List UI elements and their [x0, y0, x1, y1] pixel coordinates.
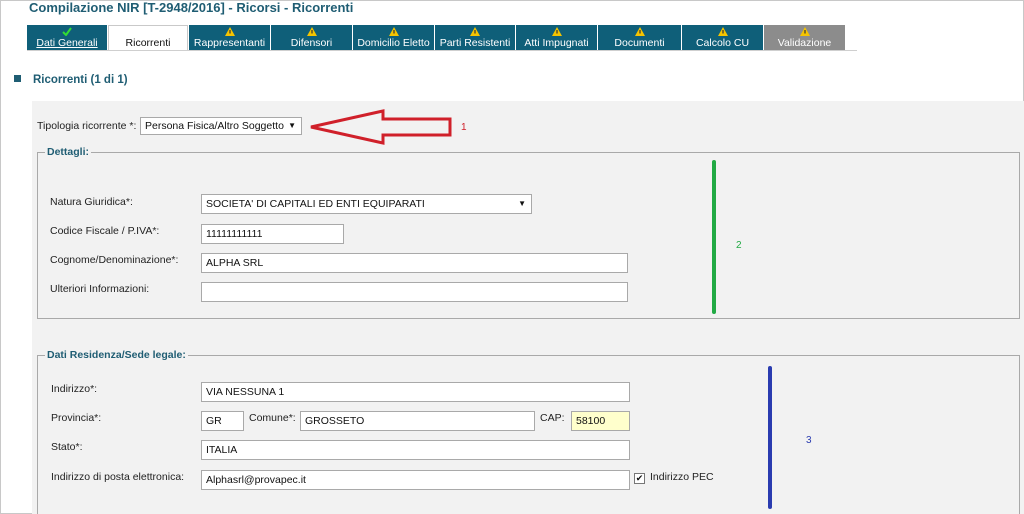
tab-label: Calcolo CU — [695, 37, 750, 49]
pec-checkbox[interactable]: ✔ — [634, 473, 645, 484]
check-icon — [62, 27, 72, 37]
page-title: Compilazione NIR [T-2948/2016] - Ricorsi… — [29, 0, 354, 15]
natura-label: Natura Giuridica*: — [50, 196, 133, 208]
warning-icon — [306, 27, 317, 36]
tab-label: Difensori — [290, 37, 333, 49]
warning-icon — [224, 27, 235, 36]
blue-annotation-bar — [768, 366, 772, 509]
arrow-annotation-icon — [310, 109, 452, 145]
tab-bar: Dati Generali Ricorrenti Rappresentanti … — [27, 25, 857, 51]
tipologia-value: Persona Fisica/Altro Soggetto — [145, 120, 284, 132]
pec-checkbox-label: Indirizzo PEC — [650, 471, 714, 483]
pec-input[interactable]: Alphasrl@provapec.it — [201, 470, 630, 490]
pec-label: Indirizzo di posta elettronica: — [51, 471, 185, 483]
cap-label: CAP: — [540, 412, 565, 424]
tab-documenti[interactable]: Documenti — [598, 25, 681, 50]
provincia-input[interactable]: GR — [201, 411, 244, 431]
comune-label: Comune*: — [249, 412, 296, 424]
cognome-input[interactable]: ALPHA SRL — [201, 253, 628, 273]
tab-label: Ricorrenti — [125, 37, 171, 49]
cf-input[interactable]: 11111111111 — [201, 224, 344, 244]
chevron-down-icon: ▼ — [288, 121, 296, 130]
warning-icon — [551, 27, 562, 36]
cf-label: Codice Fiscale / P.IVA*: — [50, 225, 160, 237]
dettagli-legend: Dettagli: — [45, 146, 91, 158]
tab-label: Domicilio Eletto — [357, 37, 430, 49]
warning-icon — [634, 27, 645, 36]
stato-input[interactable]: ITALIA — [201, 440, 630, 460]
residenza-fieldset — [37, 355, 1020, 514]
natura-value: SOCIETA' DI CAPITALI ED ENTI EQUIPARATI — [206, 198, 425, 210]
tab-label: Validazione — [777, 37, 832, 49]
tipologia-label: Tipologia ricorrente *: — [37, 120, 137, 132]
tab-label: Dati Generali — [36, 37, 98, 49]
warning-icon — [388, 27, 399, 36]
warning-icon — [470, 27, 480, 36]
cap-input[interactable]: 58100 — [571, 411, 630, 431]
section-title-text: Ricorrenti (1 di 1) — [33, 74, 128, 86]
tipologia-select[interactable]: Persona Fisica/Altro Soggetto ▼ — [140, 117, 302, 135]
tab-dati-generali[interactable]: Dati Generali — [27, 25, 107, 50]
comune-input[interactable]: GROSSETO — [300, 411, 535, 431]
tab-label: Atti Impugnati — [524, 37, 589, 49]
indirizzo-input[interactable]: VIA NESSUNA 1 — [201, 382, 630, 402]
annotation-label-2: 2 — [736, 240, 742, 251]
chevron-down-icon: ▼ — [518, 199, 526, 208]
tab-underline — [27, 50, 857, 51]
tab-label: Rappresentanti — [193, 37, 266, 49]
tab-difensori[interactable]: Difensori — [271, 25, 352, 50]
warning-icon — [717, 27, 728, 36]
tab-rappresentanti[interactable]: Rappresentanti — [189, 25, 270, 50]
ulteriori-input[interactable] — [201, 282, 628, 302]
tab-atti-impugnati[interactable]: Atti Impugnati — [516, 25, 597, 50]
annotation-label-1: 1 — [461, 122, 467, 133]
indirizzo-label: Indirizzo*: — [51, 383, 98, 395]
tab-calcolo-cu[interactable]: Calcolo CU — [682, 25, 763, 50]
section-title: Ricorrenti (1 di 1) — [14, 74, 128, 86]
cognome-label: Cognome/Denominazione*: — [50, 254, 179, 266]
tab-ricorrenti[interactable]: Ricorrenti — [108, 25, 188, 51]
tab-validazione[interactable]: Validazione — [764, 25, 845, 50]
square-bullet-icon — [14, 75, 21, 82]
annotation-label-3: 3 — [806, 435, 812, 446]
tab-label: Documenti — [614, 37, 665, 49]
tab-domicilio-eletto[interactable]: Domicilio Eletto — [353, 25, 434, 50]
provincia-label: Provincia*: — [51, 412, 102, 424]
tab-parti-resistenti[interactable]: Parti Resistenti — [435, 25, 515, 50]
ulteriori-label: Ulteriori Informazioni: — [50, 283, 150, 295]
residenza-legend: Dati Residenza/Sede legale: — [45, 349, 188, 361]
tab-label: Parti Resistenti — [439, 37, 511, 49]
warning-icon — [799, 27, 810, 36]
natura-select[interactable]: SOCIETA' DI CAPITALI ED ENTI EQUIPARATI … — [201, 194, 532, 214]
green-annotation-bar — [712, 160, 716, 314]
stato-label: Stato*: — [51, 441, 83, 453]
